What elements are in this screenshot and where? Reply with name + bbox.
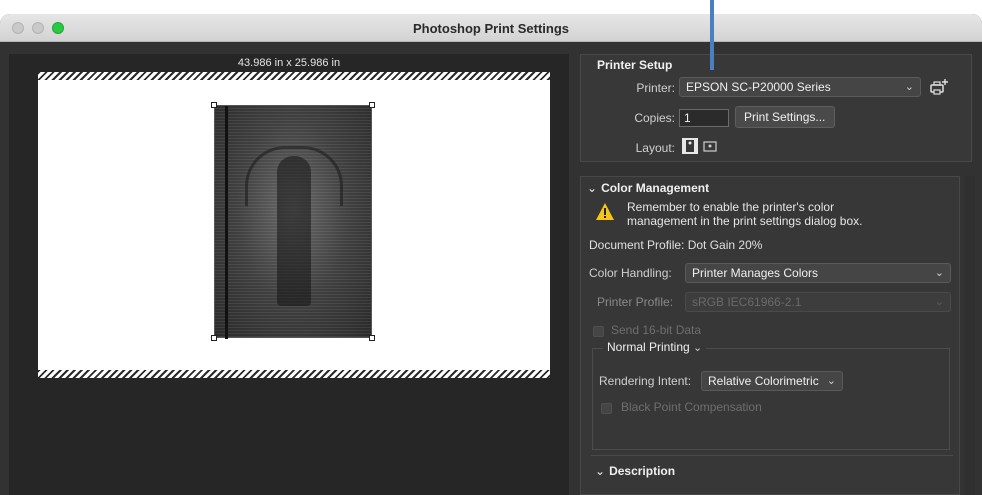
color-management-title: Color Management [601,181,710,195]
image-preview[interactable] [214,105,372,339]
chevron-down-icon: ⌄ [934,267,944,279]
color-handling-label: Color Handling: [589,266,672,280]
print-settings-window: Photoshop Print Settings 43.986 in x 25.… [0,14,982,495]
color-management-header[interactable]: ⌄ Color Management [587,181,709,195]
chevron-down-icon: ⌄ [904,81,914,93]
printer-label: Printer: [636,81,675,95]
printer-setup-title: Printer Setup [597,58,673,72]
chevron-down-icon: ⌄ [934,296,944,308]
print-preview-pane: 43.986 in x 25.986 in [9,54,569,495]
rendering-intent-value: Relative Colorimetric [708,374,819,388]
black-point-checkbox[interactable] [601,403,612,414]
title-bar: Photoshop Print Settings [0,14,982,42]
resize-handle-bottom-right[interactable] [369,335,375,341]
warning-icon [596,203,614,220]
black-point-label: Black Point Compensation [621,400,762,414]
chevron-down-icon: ⌄ [587,181,598,195]
unprintable-margin-top [38,72,550,80]
chevron-down-icon: ⌄ [693,342,703,354]
portrait-layout-icon[interactable] [681,137,699,155]
printer-profile-value: sRGB IEC61966-2.1 [692,295,802,309]
resize-handle-bottom-left[interactable] [211,335,217,341]
printer-select-value: EPSON SC-P20000 Series [686,80,831,94]
color-handling-value: Printer Manages Colors [692,266,819,280]
copies-input[interactable]: 1 [679,109,729,127]
add-printer-icon[interactable] [929,77,949,97]
artwork-vertical-line [225,106,228,339]
settings-scrollbar[interactable] [965,176,975,495]
paper-dimensions: 43.986 in x 25.986 in [237,57,341,69]
normal-printing-label: Normal Printing [607,340,690,354]
warning-line-1: Remember to enable the printer's color [627,200,835,214]
normal-printing-group [592,348,950,450]
window-title: Photoshop Print Settings [413,21,569,36]
print-settings-button[interactable]: Print Settings... [735,106,835,128]
description-header[interactable]: ⌄ Description [595,464,675,478]
layout-label: Layout: [635,141,675,155]
color-handling-select[interactable]: Printer Manages Colors ⌄ [685,263,951,283]
description-title: Description [609,464,676,478]
settings-pane: Printer Setup Printer: EPSON SC-P20000 S… [578,54,982,495]
resize-handle-top-right[interactable] [369,102,375,108]
printer-profile-select[interactable]: sRGB IEC61966-2.1 ⌄ [685,292,951,312]
unprintable-margin-bottom [38,370,550,378]
rendering-intent-select[interactable]: Relative Colorimetric ⌄ [701,371,843,391]
warning-line-2: management in the print settings dialog … [627,214,863,228]
chevron-down-icon: ⌄ [595,464,606,478]
rendering-intent-label: Rendering Intent: [599,374,692,388]
printer-setup-section: Printer Setup Printer: EPSON SC-P20000 S… [580,54,972,162]
chevron-down-icon: ⌄ [826,375,836,387]
section-divider [591,455,953,456]
blue-annotation-line [710,0,714,70]
resize-handle-top-left[interactable] [211,102,217,108]
printer-profile-label: Printer Profile: [597,295,674,309]
landscape-layout-icon[interactable] [703,139,717,153]
artwork-figure [277,156,311,306]
send-16bit-checkbox[interactable] [593,326,604,337]
copies-label: Copies: [634,111,675,125]
send-16bit-label: Send 16-bit Data [611,323,702,337]
printer-select[interactable]: EPSON SC-P20000 Series ⌄ [679,77,921,97]
paper-preview [38,72,550,378]
color-management-section: ⌄ Color Management Remember to enable the… [580,176,960,495]
normal-printing-dropdown[interactable]: Normal Printing ⌄ [603,340,707,354]
document-profile-text: Document Profile: Dot Gain 20% [589,238,763,252]
